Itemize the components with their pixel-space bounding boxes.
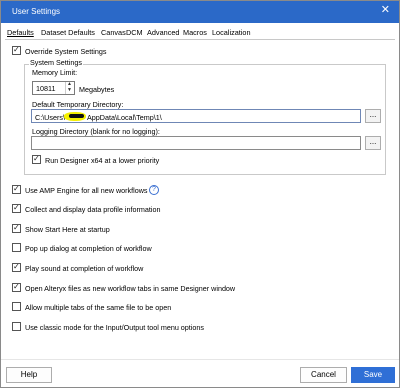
- open-as-tabs-checkbox[interactable]: ✓: [12, 282, 21, 292]
- close-icon[interactable]: ✕: [381, 5, 390, 16]
- user-settings-dialog: User Settings ✕ Defaults Dataset Default…: [0, 0, 400, 388]
- spin-down-icon[interactable]: ▼: [67, 88, 72, 93]
- tab-canvas[interactable]: Canvas: [101, 27, 126, 39]
- spinner-arrows[interactable]: ▲ ▼: [65, 82, 74, 94]
- temp-directory-label: Default Temporary Directory:: [32, 100, 124, 109]
- checkmark-icon: ✓: [13, 184, 20, 193]
- redaction-mark: [69, 114, 84, 118]
- temp-directory-value-end: AppData\Local\Temp\1\: [87, 113, 162, 122]
- logging-directory-input[interactable]: [31, 136, 361, 150]
- open-as-tabs-label: Open Alteryx files as new workflow tabs …: [25, 284, 236, 293]
- tab-dcm[interactable]: DCM: [126, 27, 143, 39]
- multiple-tabs-label: Allow multiple tabs of the same file to …: [25, 303, 172, 312]
- cancel-button[interactable]: Cancel: [300, 367, 347, 383]
- popup-dialog-label: Pop up dialog at completion of workflow: [25, 244, 152, 253]
- play-sound-label: Play sound at completion of workflow: [25, 264, 144, 273]
- show-start-here-label: Show Start Here at startup: [25, 225, 110, 234]
- data-profile-checkbox[interactable]: ✓: [12, 203, 21, 213]
- window-title: User Settings: [12, 7, 61, 16]
- amp-engine-checkbox[interactable]: ✓: [12, 184, 21, 194]
- low-priority-checkbox[interactable]: ✓: [32, 154, 41, 164]
- memory-limit-value: 10811: [36, 84, 56, 93]
- checkmark-icon: ✓: [13, 262, 20, 271]
- amp-engine-label: Use AMP Engine for all new workflows: [25, 186, 148, 195]
- temp-directory-value-start: C:\Users\: [35, 113, 65, 122]
- system-settings-legend: System Settings: [29, 58, 83, 67]
- help-button[interactable]: Help: [6, 367, 52, 383]
- override-system-settings-label: Override System Settings: [25, 47, 107, 56]
- help-circle-icon[interactable]: ?: [149, 185, 159, 195]
- checkmark-icon: ✓: [13, 282, 20, 291]
- tab-dataset-defaults[interactable]: Dataset Defaults: [41, 27, 95, 39]
- logging-directory-label: Logging Directory (blank for no logging)…: [32, 127, 160, 136]
- save-button[interactable]: Save: [351, 367, 395, 383]
- title-bar: User Settings ✕: [1, 1, 399, 23]
- checkmark-icon: ✓: [13, 223, 20, 232]
- footer-divider: [1, 359, 399, 360]
- checkmark-icon: ✓: [13, 203, 20, 212]
- checkmark-icon: ✓: [33, 154, 40, 163]
- multiple-tabs-checkbox[interactable]: [12, 302, 21, 311]
- memory-limit-spinner[interactable]: 10811 ▲ ▼: [32, 81, 75, 95]
- data-profile-label: Collect and display data profile informa…: [25, 205, 161, 214]
- tab-defaults[interactable]: Defaults: [7, 27, 34, 39]
- popup-dialog-checkbox[interactable]: [12, 243, 21, 252]
- memory-unit-label: Megabytes: [79, 85, 115, 94]
- tab-advanced[interactable]: Advanced: [147, 27, 179, 39]
- temp-directory-browse-button[interactable]: ...: [365, 109, 381, 123]
- classic-mode-checkbox[interactable]: [12, 322, 21, 331]
- checkmark-icon: ✓: [13, 45, 20, 54]
- classic-mode-label: Use classic mode for the Input/Output to…: [25, 323, 204, 332]
- memory-limit-label: Memory Limit:: [32, 68, 78, 77]
- show-start-here-checkbox[interactable]: ✓: [12, 223, 21, 233]
- logging-directory-browse-button[interactable]: ...: [365, 136, 381, 150]
- play-sound-checkbox[interactable]: ✓: [12, 262, 21, 272]
- override-system-settings-checkbox[interactable]: ✓: [12, 45, 21, 55]
- low-priority-label: Run Designer x64 at a lower priority: [45, 156, 160, 165]
- tab-localization[interactable]: Localization: [212, 27, 251, 39]
- tab-macros[interactable]: Macros: [183, 27, 207, 39]
- tab-divider: [5, 39, 395, 40]
